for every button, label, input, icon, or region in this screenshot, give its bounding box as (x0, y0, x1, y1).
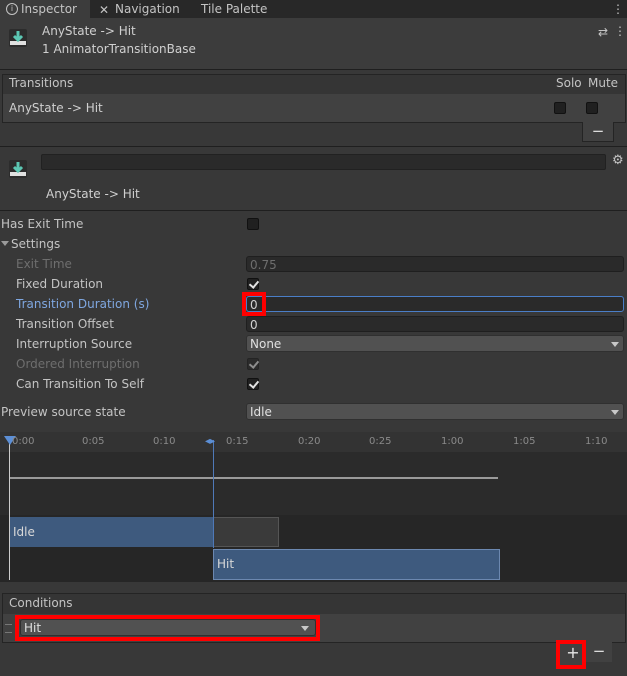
transition-duration-label: Transition Duration (s) (16, 297, 150, 311)
exit-time-label: Exit Time (16, 257, 72, 271)
tick-label: 0:25 (369, 436, 392, 447)
timeline-curve-area (0, 452, 627, 515)
header-more-icon[interactable]: ⋮ (614, 24, 626, 38)
transition-offset-field[interactable]: 0 (246, 316, 624, 332)
tick-label: 1:05 (513, 436, 536, 447)
divider (0, 146, 627, 147)
tab-inspector[interactable]: i Inspector (0, 0, 90, 18)
preview-source-value: Idle (250, 405, 272, 419)
drag-handle-icon[interactable] (5, 624, 12, 633)
preview-source-dropdown[interactable]: Idle (246, 403, 624, 420)
header-subtitle: 1 AnimatorTransitionBase (42, 42, 196, 56)
idle-state-tail (213, 517, 279, 547)
transition-curve (10, 477, 498, 479)
mute-header: Mute (588, 76, 619, 90)
remove-condition-button[interactable]: − (586, 642, 612, 662)
idle-state-bar[interactable] (10, 517, 213, 547)
interruption-source-label: Interruption Source (16, 337, 133, 351)
ordered-interruption-label: Ordered Interruption (16, 357, 140, 371)
tick-label: 0:15 (226, 436, 249, 447)
transition-end-line (213, 440, 214, 548)
transitions-header-label: Transitions (9, 76, 74, 90)
can-transition-to-self-label: Can Transition To Self (16, 377, 145, 391)
tab-label: Navigation (115, 2, 180, 16)
fixed-duration-label: Fixed Duration (16, 277, 104, 291)
conditions-header-label: Conditions (9, 596, 73, 610)
divider (0, 210, 627, 211)
highlight-box (242, 292, 266, 316)
exit-time-field[interactable]: 0.75 (246, 256, 624, 272)
hit-bar-label: Hit (217, 557, 235, 571)
hit-state-bar[interactable] (213, 549, 500, 580)
gear-icon[interactable]: ⚙ (612, 153, 624, 168)
playhead-line (9, 440, 10, 580)
preview-source-label: Preview source state (1, 405, 126, 419)
divider (0, 69, 627, 70)
interruption-source-dropdown[interactable]: None (246, 335, 624, 352)
transition-icon (9, 29, 27, 47)
solo-checkbox[interactable] (554, 102, 566, 114)
highlight-box (15, 615, 320, 641)
transitions-header (2, 74, 626, 95)
transition-duration-field[interactable]: 0 (246, 296, 624, 312)
settings-foldout[interactable]: Settings (11, 237, 60, 251)
interruption-source-value: None (250, 337, 282, 351)
has-exit-time-label: Has Exit Time (1, 217, 84, 231)
can-transition-to-self-checkbox[interactable] (247, 378, 259, 390)
transition-title: AnyState -> Hit (46, 187, 140, 201)
tick-label: 0:10 (153, 436, 176, 447)
tab-label: Inspector (21, 2, 77, 16)
solo-header: Solo (556, 76, 582, 90)
tab-label: Tile Palette (201, 2, 268, 16)
transition-icon (9, 160, 27, 178)
ordered-interruption-checkbox[interactable] (247, 358, 259, 370)
transition-row-label: AnyState -> Hit (9, 101, 103, 115)
tick-label: 0:05 (82, 436, 105, 447)
has-exit-time-checkbox[interactable] (247, 218, 259, 230)
transition-name-field[interactable] (41, 154, 606, 170)
remove-transition-button[interactable]: − (582, 122, 614, 142)
header-title: AnyState -> Hit (42, 24, 136, 38)
more-icon[interactable]: ⋮ (612, 0, 624, 18)
conditions-header (2, 593, 626, 615)
transition-offset-label: Transition Offset (16, 317, 114, 331)
tick-label: 0:00 (12, 436, 35, 447)
mute-checkbox[interactable] (586, 102, 598, 114)
chevron-down-icon (611, 410, 619, 415)
navigation-icon: ✕ (99, 3, 110, 17)
info-icon: i (6, 3, 18, 15)
tab-navigation[interactable]: ✕ Navigation (95, 0, 191, 18)
transition-marker-icon[interactable]: ◂▸ (205, 436, 215, 447)
highlight-box (556, 640, 586, 669)
tick-label: 1:10 (585, 436, 608, 447)
idle-bar-label: Idle (13, 525, 35, 539)
fixed-duration-checkbox[interactable] (247, 278, 259, 290)
preset-icon[interactable]: ⇄ (598, 25, 608, 39)
tick-label: 1:00 (441, 436, 464, 447)
chevron-down-icon (611, 342, 619, 347)
foldout-arrow-icon[interactable] (1, 241, 9, 246)
tab-tile-palette[interactable]: Tile Palette (200, 0, 280, 18)
tick-label: 0:20 (298, 436, 321, 447)
